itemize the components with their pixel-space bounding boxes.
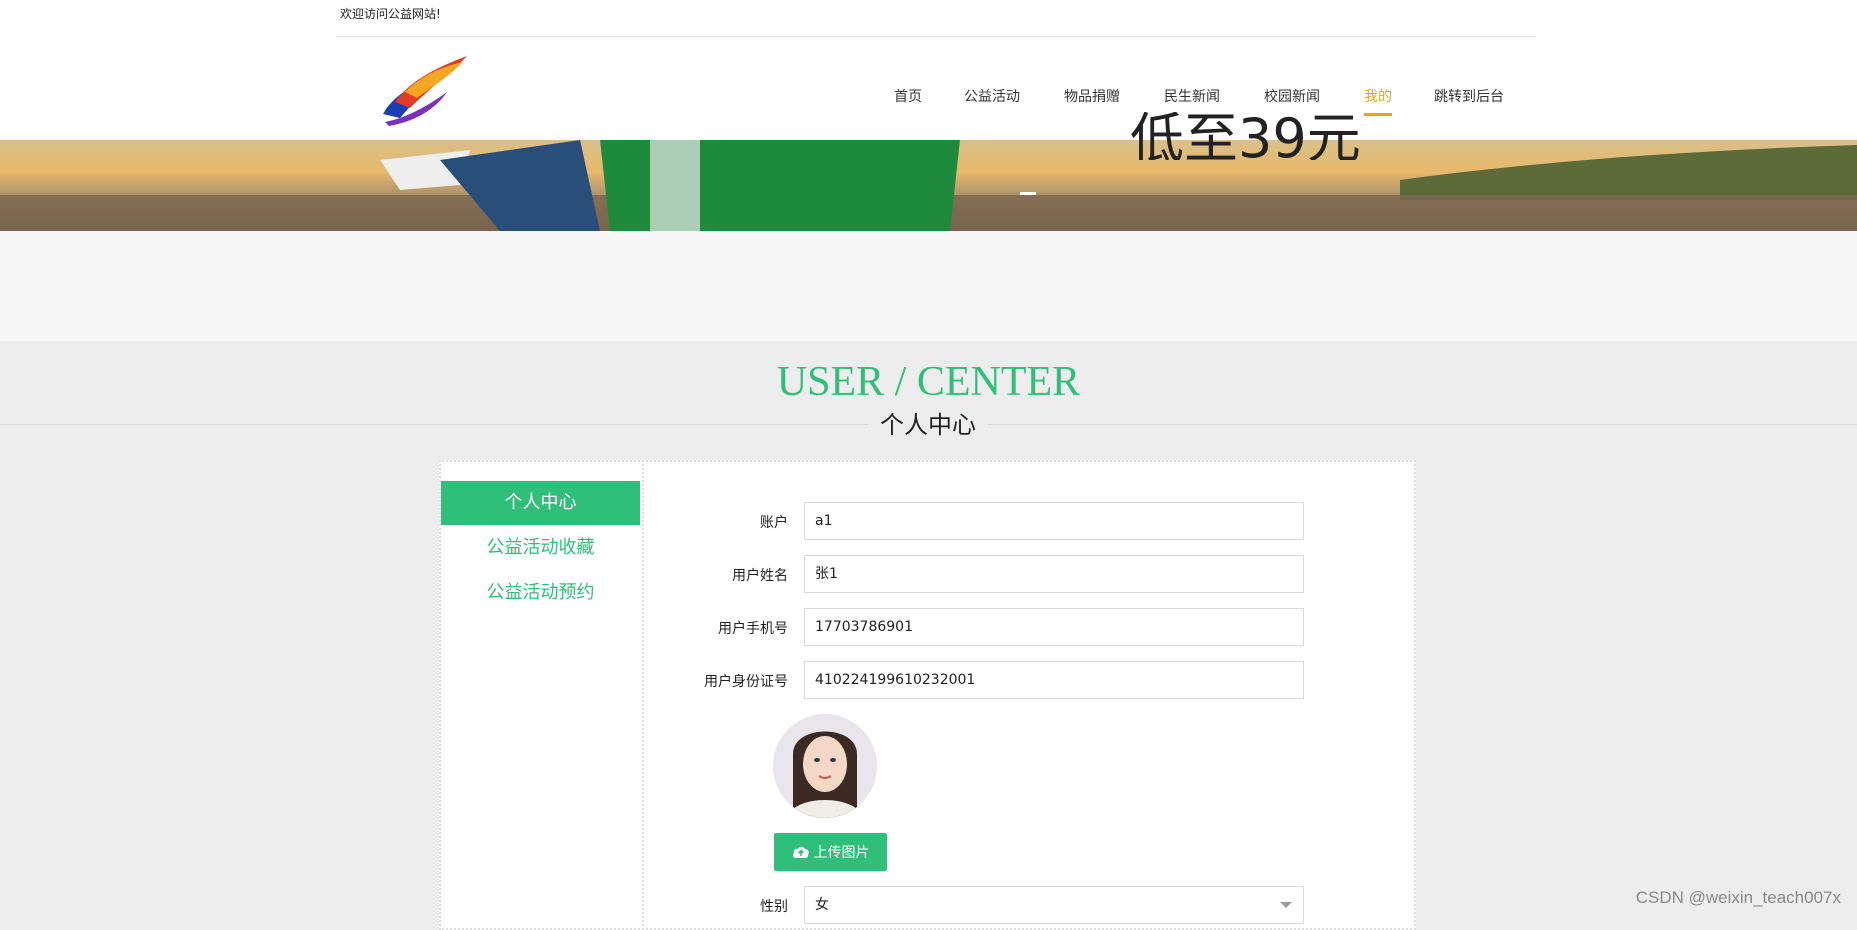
sidebar-item-profile[interactable]: 个人中心 [441,481,640,525]
nav-admin[interactable]: 跳转到后台 [1434,86,1504,116]
banner-promo-text: 低至39元 [1130,112,1361,160]
welcome-text: 欢迎访问公益网站! [340,7,441,21]
name-label: 用户姓名 [732,568,788,584]
nav-home[interactable]: 首页 [894,86,922,116]
phone-field[interactable]: 17703786901 [804,608,1304,646]
gender-label: 性别 [760,899,788,915]
nav-my[interactable]: 我的 [1364,86,1392,116]
nav-charity-activities[interactable]: 公益活动 [964,86,1020,116]
section-title-cn: 个人中心 [868,408,988,442]
section-title-en: USER / CENTER [776,359,1081,405]
promo-banner[interactable] [0,140,1857,231]
account-field[interactable]: a1 [804,502,1304,540]
upload-button-label: 上传图片 [813,845,870,861]
idcard-field[interactable]: 410224199610232001 [804,661,1304,699]
chevron-down-icon[interactable] [1280,902,1292,908]
spacer [0,231,1857,341]
site-header: 欢迎访问公益网站! 首页 公益活动 物品捐赠 民生新闻 校园新闻 我的 跳转到后… [0,0,1857,140]
watermark: CSDN @weixin_teach007x [1635,888,1841,907]
avatar [773,714,877,818]
sidebar-item-reservations[interactable]: 公益活动预约 [441,571,640,615]
header-divider [336,36,1536,37]
gender-select[interactable]: 女 [804,886,1304,924]
sidebar-item-favorites[interactable]: 公益活动收藏 [441,526,640,570]
phone-label: 用户手机号 [718,621,788,637]
upload-image-button[interactable]: 上传图片 [774,833,887,871]
account-label: 账户 [760,515,788,531]
panel-divider [642,460,646,930]
name-field[interactable]: 张1 [804,555,1304,593]
nav-item-donation[interactable]: 物品捐赠 [1064,86,1120,116]
idcard-label: 用户身份证号 [704,674,788,690]
main-nav: 首页 公益活动 物品捐赠 民生新闻 校园新闻 我的 跳转到后台 [0,86,1857,116]
cloud-upload-icon [792,846,809,858]
